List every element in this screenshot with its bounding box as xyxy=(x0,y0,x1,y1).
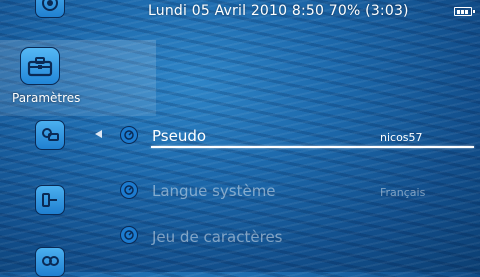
category-label: Paramètres xyxy=(12,91,81,105)
game-icon[interactable] xyxy=(35,0,65,18)
status-datetime-battery: Lundi 05 Avril 2010 8:50 70% (3:03) xyxy=(148,3,409,19)
setting-row-label-langue[interactable]: Langue système xyxy=(152,182,276,200)
settings-row-icon xyxy=(120,226,138,244)
selected-row-underline xyxy=(151,146,474,148)
battery-icon xyxy=(454,7,475,16)
selection-arrow-icon xyxy=(95,130,102,138)
setting-row-label-pseudo[interactable]: Pseudo xyxy=(152,127,206,145)
setting-row-value-langue: Français xyxy=(380,186,426,199)
network-icon[interactable] xyxy=(35,120,65,150)
network-icon[interactable] xyxy=(35,185,65,215)
network-icon[interactable] xyxy=(35,247,65,277)
setting-row-value-pseudo: nicos57 xyxy=(380,131,423,144)
setting-row-label-jeu[interactable]: Jeu de caractères xyxy=(152,228,282,246)
settings-row-icon xyxy=(120,181,138,199)
settings-row-icon xyxy=(120,126,138,144)
toolbox-icon[interactable] xyxy=(20,47,60,85)
